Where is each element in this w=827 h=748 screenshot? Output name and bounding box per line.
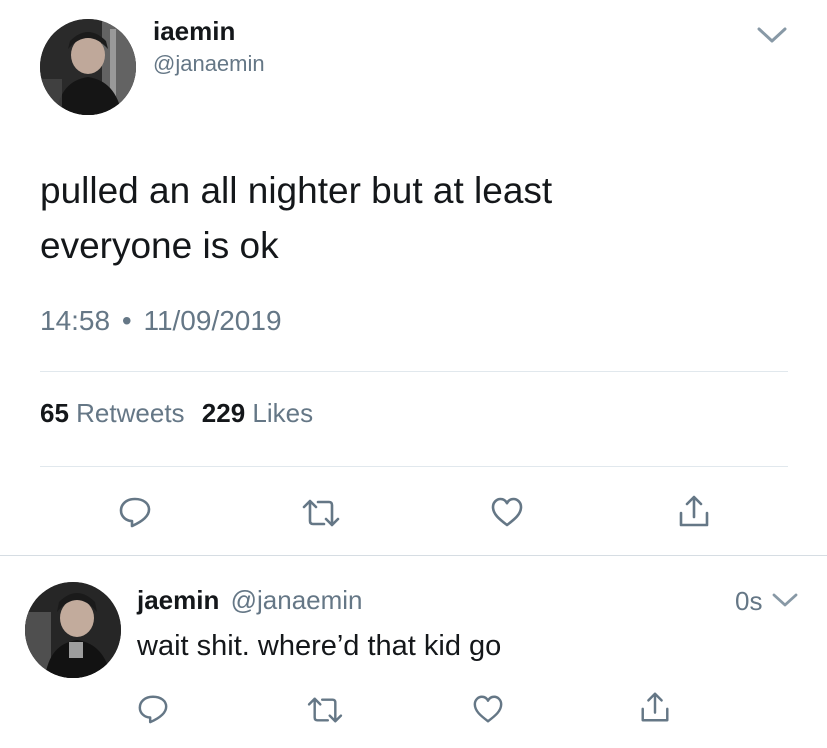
retweet-icon [307, 697, 343, 723]
tweet-date: 11/09/2019 [143, 305, 282, 336]
retweet-button[interactable] [305, 695, 345, 725]
retweets-count: 65 [40, 398, 69, 428]
chevron-down-icon[interactable] [755, 24, 789, 46]
retweet-icon [302, 499, 340, 527]
reply-button[interactable] [136, 693, 170, 725]
handle[interactable]: @janaemin [231, 585, 363, 615]
share-button[interactable] [676, 493, 712, 529]
like-button[interactable] [471, 693, 505, 725]
share-icon [679, 495, 709, 527]
retweet-button[interactable] [300, 497, 342, 529]
share-button[interactable] [638, 690, 672, 724]
display-name[interactable]: jaemin [137, 585, 219, 615]
tweet-age: 0s [735, 586, 763, 616]
reply-header: jaemin @janaemin [137, 585, 363, 616]
handle[interactable]: @janaemin [153, 51, 265, 77]
avatar-photo [40, 19, 136, 115]
reply-icon [119, 497, 151, 528]
tweet-text-line: everyone is ok [40, 225, 279, 266]
retweets-label: Retweets [76, 398, 185, 428]
likes-label: Likes [252, 398, 314, 428]
tweet-text: wait shit. where’d that kid go [137, 630, 502, 662]
avatar-photo [25, 582, 121, 678]
separator-dot: • [121, 305, 132, 336]
retweets-stat[interactable]: 65 Retweets [40, 398, 192, 428]
avatar[interactable] [25, 582, 121, 678]
like-button[interactable] [489, 495, 525, 529]
tweet-stats: 65 Retweets 229 Likes [40, 398, 313, 429]
reply-icon [138, 695, 168, 724]
divider [40, 371, 788, 372]
tweet-time: 14:58 [40, 305, 111, 336]
tweet-divider [0, 555, 827, 556]
share-icon [641, 692, 669, 722]
like-icon [473, 695, 503, 723]
display-name[interactable]: iaemin [153, 16, 235, 47]
tweet-text-line: pulled an all nighter but at least [40, 170, 553, 211]
divider [40, 466, 788, 467]
likes-stat[interactable]: 229 Likes [202, 398, 313, 428]
likes-count: 229 [201, 398, 246, 428]
tweet-timestamp: 14:58 • 11/09/2019 [40, 305, 282, 337]
like-icon [491, 497, 523, 527]
chevron-down-icon[interactable] [770, 590, 800, 610]
avatar[interactable] [40, 19, 136, 115]
reply-button[interactable] [117, 495, 153, 529]
